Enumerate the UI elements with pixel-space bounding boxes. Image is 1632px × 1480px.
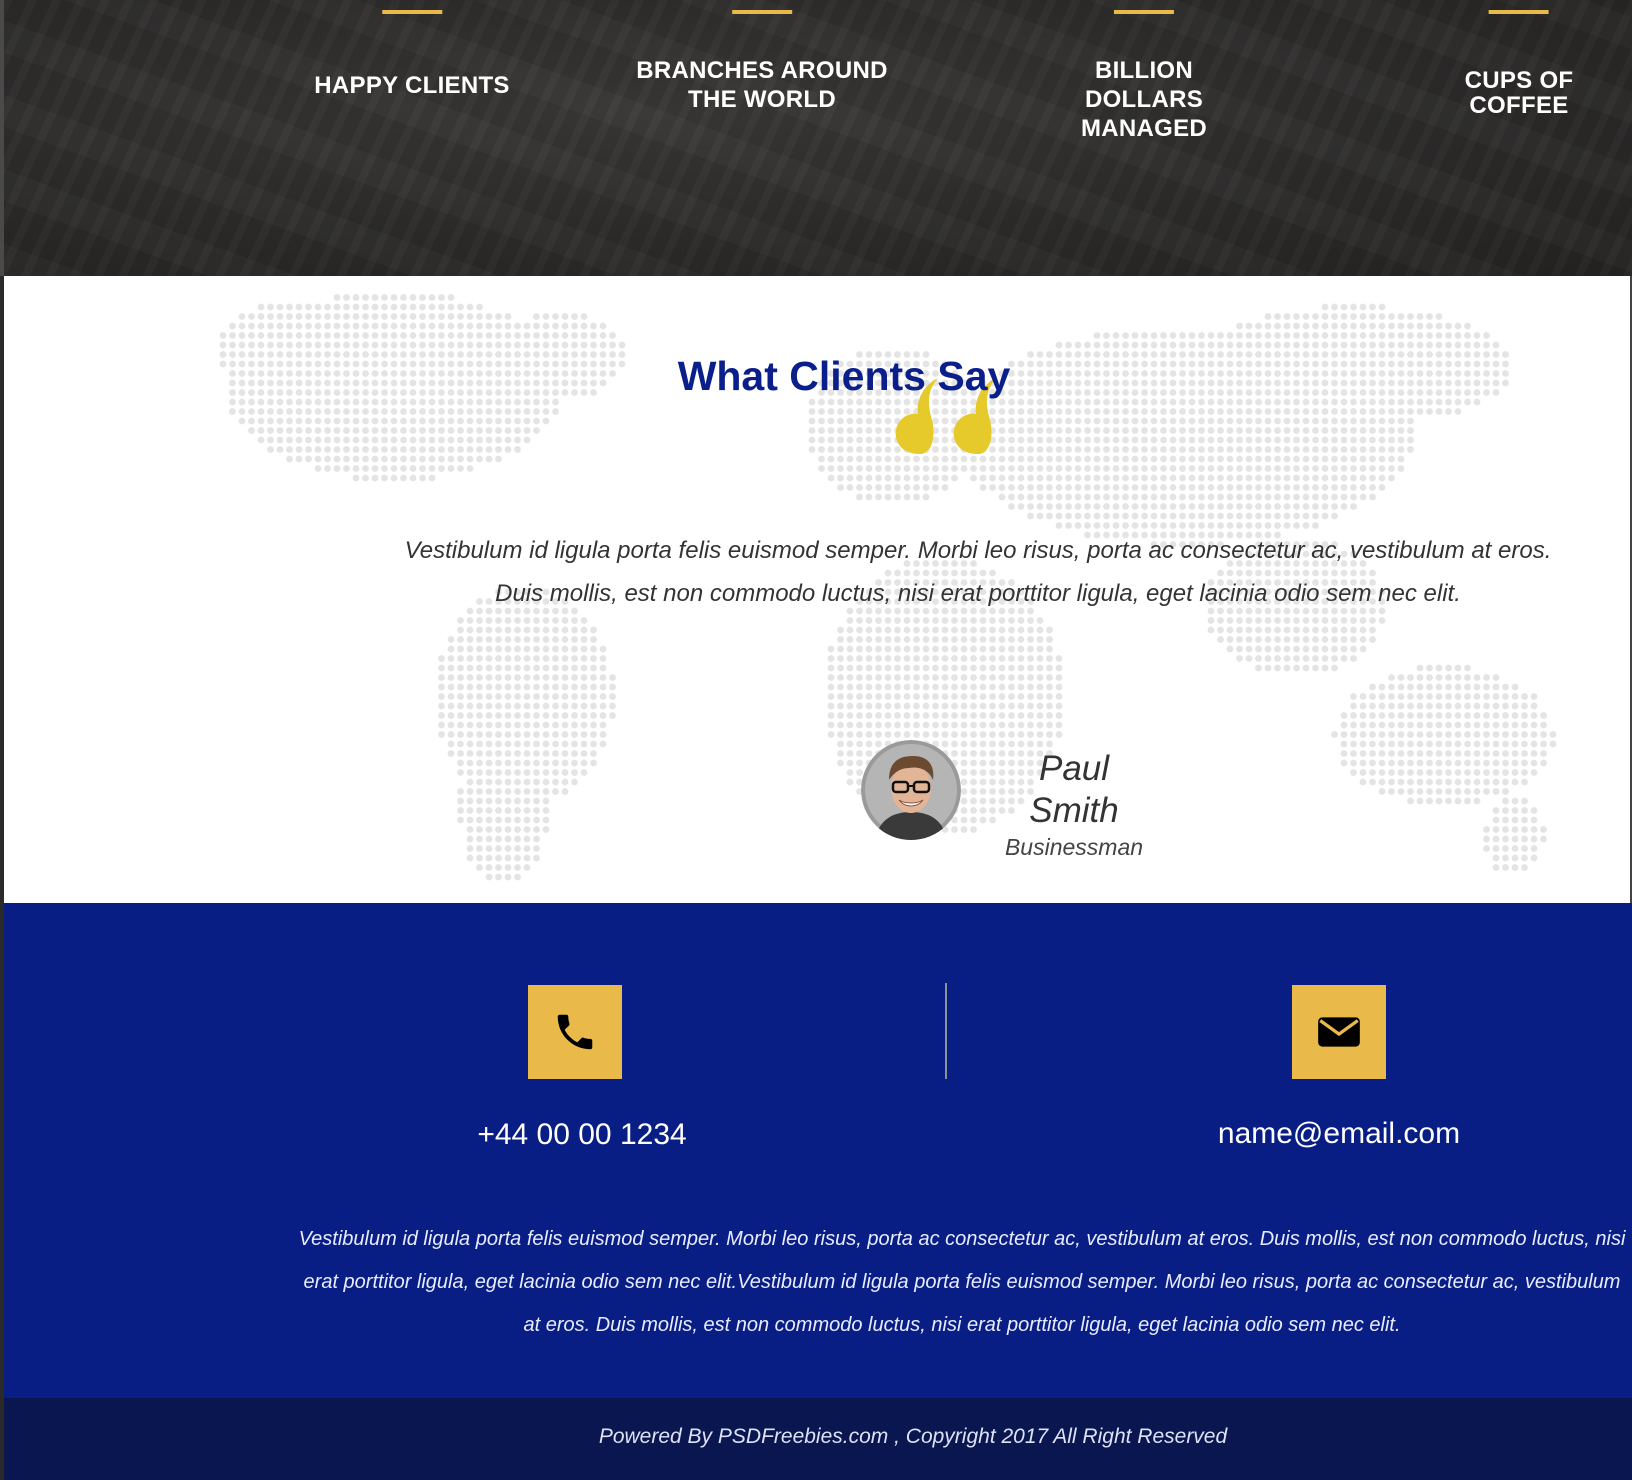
testimonial-quote-text: Vestibulum id ligula porta felis euismod…: [404, 537, 1552, 607]
stat-label: BRANCHES AROUND THE WORLD: [636, 57, 888, 113]
stat-cups-of-coffee: CUPS OF COFFEE: [1465, 0, 1574, 118]
contact-divider: [945, 983, 947, 1079]
envelope-icon: [1318, 1017, 1360, 1047]
testimonial-section: What Clients Say Vestibulum id ligula po…: [4, 276, 1632, 903]
stat-label: CUPS OF COFFEE: [1464, 67, 1574, 119]
footer-copyright: Powered By PSDFreebies.com , Copyright 2…: [598, 1425, 1228, 1448]
footer: Powered By PSDFreebies.com , Copyright 2…: [4, 1398, 1632, 1480]
contact-section: +44 00 00 1234 name@email.com Vestibulum…: [4, 903, 1632, 1398]
testimonial-person-name: Paul Smith: [1029, 749, 1119, 830]
stat-happy-clients: HAPPY CLIENTS: [314, 0, 510, 100]
stat-accent-bar: [732, 10, 792, 14]
stat-accent-bar: [1113, 10, 1174, 14]
stat-billion-dollars: BILLION DOLLARS MANAGED: [1081, 0, 1207, 143]
stat-label: BILLION DOLLARS MANAGED: [1080, 57, 1208, 142]
testimonial-title: What Clients Say: [677, 353, 1011, 399]
stat-accent-bar: [382, 10, 442, 14]
contact-description-text: Vestibulum id ligula porta felis euismod…: [298, 1228, 1626, 1336]
email-address-link[interactable]: name@email.com: [1139, 1117, 1539, 1151]
phone-icon: [557, 1014, 593, 1050]
stat-branches: BRANCHES AROUND THE WORLD: [636, 0, 888, 114]
avatar: [861, 740, 961, 840]
stat-accent-bar: [1489, 10, 1549, 14]
testimonial-person-role: Businessman: [1004, 834, 1144, 860]
stat-label: HAPPY CLIENTS: [314, 72, 510, 99]
phone-number-link[interactable]: +44 00 00 1234: [382, 1118, 782, 1152]
stats-section: HAPPY CLIENTS BRANCHES AROUND THE WORLD …: [0, 0, 1632, 276]
phone-icon-box[interactable]: [528, 985, 622, 1079]
email-icon-box[interactable]: [1292, 985, 1386, 1079]
